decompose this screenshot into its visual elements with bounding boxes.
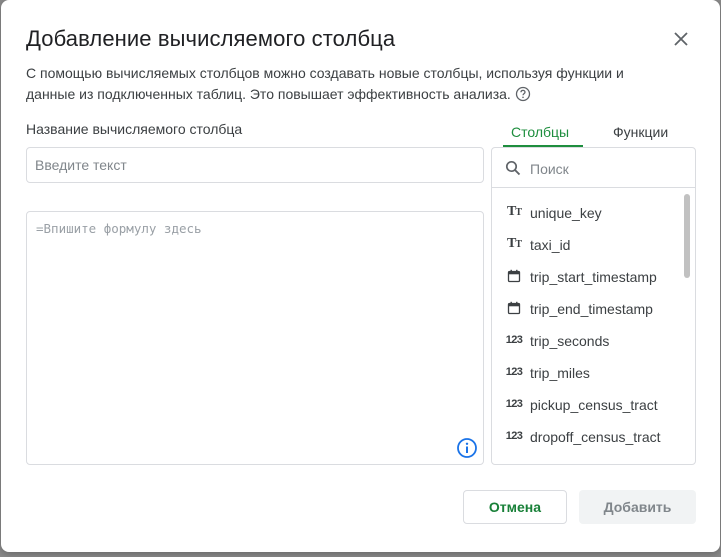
number-type-icon: 123 (505, 334, 523, 346)
list-item[interactable]: trip_end_timestamp (492, 292, 682, 324)
info-icon[interactable] (456, 437, 478, 459)
tab-columns[interactable]: Столбцы (511, 124, 569, 140)
column-search-input[interactable] (528, 157, 682, 181)
calendar-icon (504, 268, 524, 284)
column-search[interactable] (492, 148, 695, 188)
calculated-column-dialog: Добавление вычисляемого столбца С помощь… (1, 0, 720, 552)
number-type-icon: 123 (505, 366, 523, 378)
add-button[interactable]: Добавить (579, 490, 696, 524)
list-item[interactable]: 123 trip_miles (492, 356, 682, 388)
calendar-icon (504, 300, 524, 316)
text-type-icon: TT (506, 204, 522, 219)
text-type-icon: TT (506, 236, 522, 251)
search-icon (505, 160, 521, 176)
dialog-description: С помощью вычисляемых столбцов можно соз… (26, 63, 676, 108)
list-item[interactable]: TT unique_key (492, 196, 682, 228)
list-item[interactable]: 123 dropoff_census_tract (492, 420, 682, 460)
column-name-field[interactable] (26, 147, 484, 183)
column-name-input[interactable] (27, 148, 483, 182)
help-circle-icon[interactable] (515, 86, 531, 108)
columns-panel: TT unique_key TT taxi_id trip_start_time… (491, 147, 696, 465)
column-list: TT unique_key TT taxi_id trip_start_time… (492, 196, 682, 460)
column-list-scrollbar[interactable] (684, 194, 690, 278)
dialog-title: Добавление вычисляемого столбца (26, 26, 396, 51)
formula-editor[interactable] (26, 211, 484, 465)
tab-functions[interactable]: Функции (613, 124, 668, 140)
number-type-icon: 123 (505, 430, 523, 442)
list-item[interactable]: TT taxi_id (492, 228, 682, 260)
list-item[interactable]: trip_start_timestamp (492, 260, 682, 292)
list-item[interactable]: 123 pickup_census_tract (492, 388, 682, 420)
formula-input[interactable] (27, 212, 483, 464)
number-type-icon: 123 (505, 398, 523, 410)
cancel-button[interactable]: Отмена (463, 490, 567, 524)
list-item[interactable]: 123 trip_seconds (492, 324, 682, 356)
column-name-label: Название вычисляемого столбца (26, 121, 243, 137)
close-icon[interactable] (674, 32, 688, 46)
close-button[interactable] (668, 26, 694, 52)
